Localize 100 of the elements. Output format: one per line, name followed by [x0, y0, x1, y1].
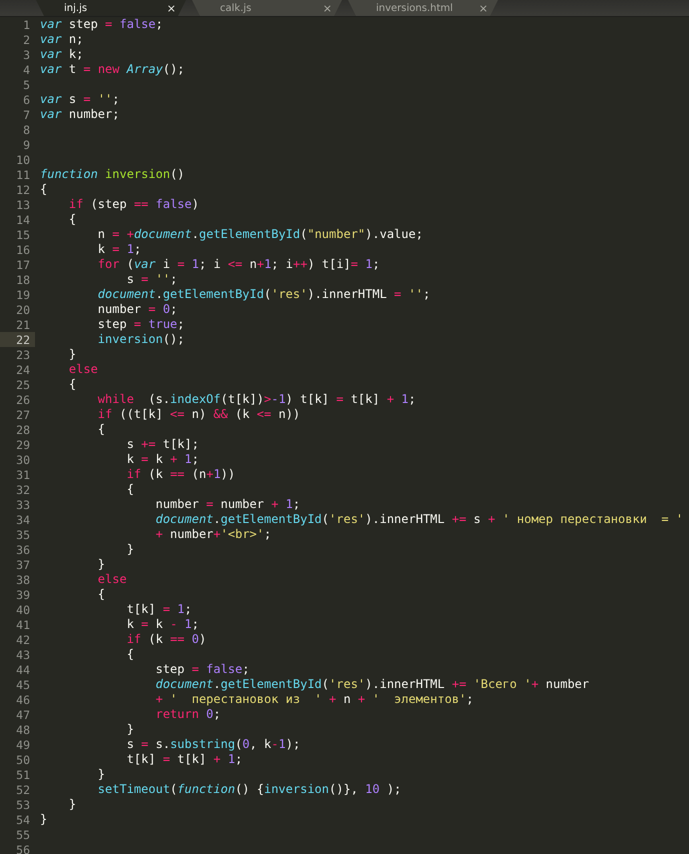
code-line: else	[96, 572, 127, 587]
line-number: 2	[22, 32, 31, 47]
code-line: document.getElementById('res').innerHTML = '';	[96, 287, 430, 302]
line-number: 27	[15, 407, 31, 422]
code-line: n = +document.getElementById("number").value;	[96, 227, 423, 242]
line-number: 39	[15, 587, 31, 602]
code-line: t[k] = t[k] + 1;	[126, 752, 242, 767]
line-number: 16	[15, 242, 31, 257]
line-number: 35	[15, 527, 31, 542]
line-number: 1	[22, 17, 31, 32]
line-number: 45	[15, 677, 31, 692]
close-icon[interactable]: ×	[166, 2, 176, 14]
line-number: 55	[15, 827, 31, 842]
line-number: 21	[15, 317, 31, 332]
code-line: else	[68, 362, 98, 377]
line-number: 13	[15, 197, 31, 212]
close-icon[interactable]: ×	[478, 2, 488, 14]
code-line: while (s.indexOf(t[k])>-1) t[k] = t[k] + 1;	[96, 392, 416, 407]
code-line: }	[96, 767, 106, 782]
line-number: 26	[15, 392, 31, 407]
code-line: }	[96, 557, 106, 572]
line-number: 12	[15, 182, 31, 197]
line-number: 23	[15, 347, 31, 362]
line-number: 18	[15, 272, 31, 287]
line-number: 47	[15, 707, 31, 722]
code-line: if (k == 0)	[126, 632, 206, 647]
code-line: {	[96, 587, 106, 602]
line-number: 44	[15, 662, 31, 677]
code-line: s += t[k];	[126, 437, 199, 452]
code-line: var t = new Array();	[40, 62, 185, 77]
code-line: }	[68, 797, 76, 812]
line-number: 42	[15, 632, 31, 647]
line-number: 38	[15, 572, 31, 587]
line-number: 4	[22, 62, 31, 77]
line-number: 50	[15, 752, 31, 767]
line-number: 15	[15, 227, 31, 242]
line-number: 32	[15, 482, 31, 497]
file-tab[interactable]: inversions.html ×	[348, 0, 498, 16]
code-line: setTimeout(function() {inversion()}, 10 );	[96, 782, 402, 797]
line-number: 54	[15, 812, 31, 827]
code-line: step = true;	[96, 317, 185, 332]
line-number: 3	[22, 47, 31, 62]
file-tab[interactable]: calk.js ×	[192, 0, 342, 16]
line-number: 24	[15, 362, 31, 377]
code-line: {	[126, 482, 134, 497]
code-line: var n;	[40, 32, 84, 47]
line-number: 52	[15, 782, 31, 797]
line-number: 31	[15, 467, 31, 482]
code-line: s = '';	[126, 272, 178, 287]
line-number: 6	[22, 92, 31, 107]
code-line: k = k + 1;	[126, 452, 199, 467]
line-number: 43	[15, 647, 31, 662]
line-number: 9	[22, 137, 31, 152]
code-line: number = number + 1;	[154, 497, 300, 512]
code-line: }	[126, 542, 134, 557]
line-number: 51	[15, 767, 31, 782]
line-number: 8	[22, 122, 31, 137]
code-line: for (var i = 1; i <= n+1; i++) t[i]= 1;	[96, 257, 380, 272]
line-number: 56	[15, 842, 31, 854]
code-line: return 0;	[154, 707, 221, 722]
code-line: document.getElementById('res').innerHTML += s + ' номер перестановки = '	[154, 512, 684, 527]
code-line: {	[96, 422, 106, 437]
code-line: k = k - 1;	[126, 617, 199, 632]
line-number: 34	[15, 512, 31, 527]
code-line: step = false;	[154, 662, 250, 677]
code-line: var s = '';	[40, 92, 120, 107]
line-number: 33	[15, 497, 31, 512]
code-line: }	[68, 347, 76, 362]
line-number: 49	[15, 737, 31, 752]
line-number: 19	[15, 287, 31, 302]
code-line: + ' перестановок из ' + n + ' элементов';	[154, 692, 474, 707]
code-line: inversion();	[96, 332, 185, 347]
line-number: 22	[0, 332, 35, 347]
line-number: 14	[15, 212, 31, 227]
line-number: 5	[22, 77, 31, 92]
line-number: 17	[15, 257, 31, 272]
code-line: t[k] = 1;	[126, 602, 192, 617]
code-line: {	[40, 182, 48, 197]
line-number: 37	[15, 557, 31, 572]
file-tab[interactable]: inj.js ×	[36, 0, 186, 16]
code-line: k = 1;	[96, 242, 142, 257]
line-number: 53	[15, 797, 31, 812]
line-number: 46	[15, 692, 31, 707]
line-number: 20	[15, 302, 31, 317]
code-line: var step = false;	[40, 17, 163, 32]
code-line: var number;	[40, 107, 120, 122]
code-line: if ((t[k] <= n) && (k <= n))	[96, 407, 300, 422]
code-line: function inversion()	[40, 167, 185, 182]
line-number: 29	[15, 437, 31, 452]
line-number: 30	[15, 452, 31, 467]
line-number: 7	[22, 107, 31, 122]
code-line: if (k == (n+1))	[126, 467, 236, 482]
line-number: 28	[15, 422, 31, 437]
line-number: 10	[15, 152, 31, 167]
line-number: 40	[15, 602, 31, 617]
code-line: {	[68, 377, 76, 392]
line-number: 25	[15, 377, 31, 392]
close-icon[interactable]: ×	[322, 2, 332, 14]
code-line: {	[126, 647, 134, 662]
line-number: 41	[15, 617, 31, 632]
